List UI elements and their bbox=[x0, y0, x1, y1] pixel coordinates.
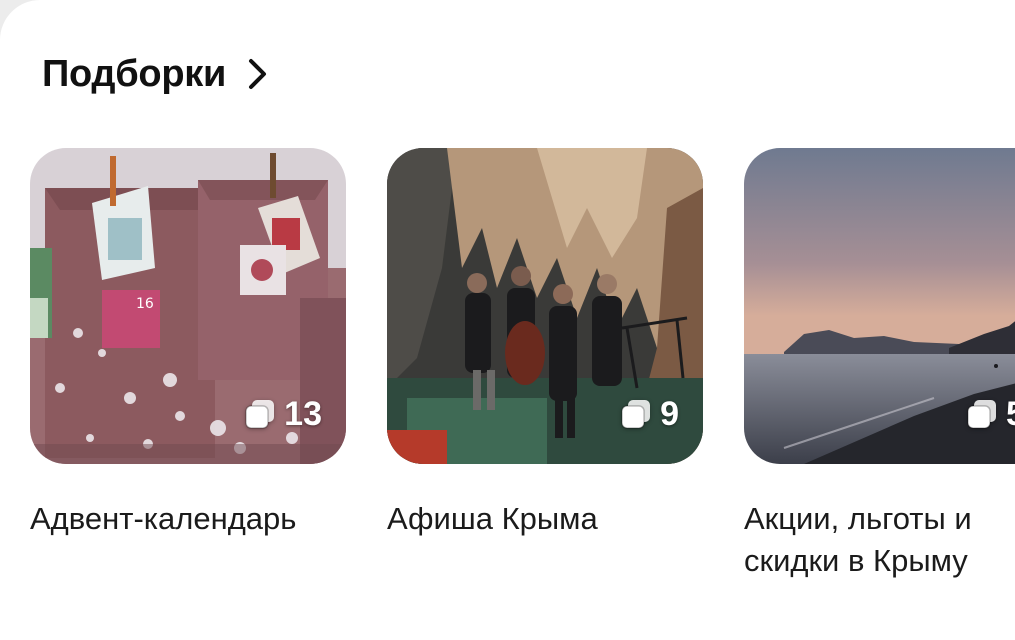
photo-count-badge: 9 bbox=[618, 394, 679, 434]
chevron-right-icon bbox=[249, 59, 267, 89]
collection-card-afisha[interactable]: 9 Афиша Крыма bbox=[387, 148, 703, 540]
collection-card-advent[interactable]: 16 13 Адвент-календарь bbox=[30, 148, 346, 540]
collection-title: Акции, льготы и скидки в Крыму bbox=[744, 501, 972, 578]
collection-card-discounts[interactable]: 5 Акции, льготы и скидки в Крыму bbox=[744, 148, 1015, 582]
photo-count: 9 bbox=[660, 394, 679, 433]
collections-panel: Подборки 16 13 Адвент-календарь 9 Афиша … bbox=[0, 0, 1015, 640]
photo-count: 5 bbox=[1006, 395, 1015, 434]
collection-thumbnail: 5 bbox=[744, 148, 1015, 464]
section-title: Подборки bbox=[42, 52, 227, 95]
collection-title: Адвент-календарь bbox=[30, 501, 297, 536]
stack-icon bbox=[245, 400, 275, 429]
collection-thumbnail: 16 13 bbox=[30, 148, 346, 464]
collection-thumbnail: 9 bbox=[387, 148, 703, 464]
photo-count-badge: 5 bbox=[964, 394, 1015, 434]
photo-count-badge: 13 bbox=[242, 394, 322, 434]
stack-icon bbox=[967, 400, 996, 429]
svg-text:16: 16 bbox=[136, 296, 154, 312]
collections-header[interactable]: Подборки bbox=[42, 48, 270, 100]
stack-icon bbox=[621, 400, 651, 429]
photo-count: 13 bbox=[284, 394, 322, 433]
collection-title: Афиша Крыма bbox=[387, 501, 598, 536]
